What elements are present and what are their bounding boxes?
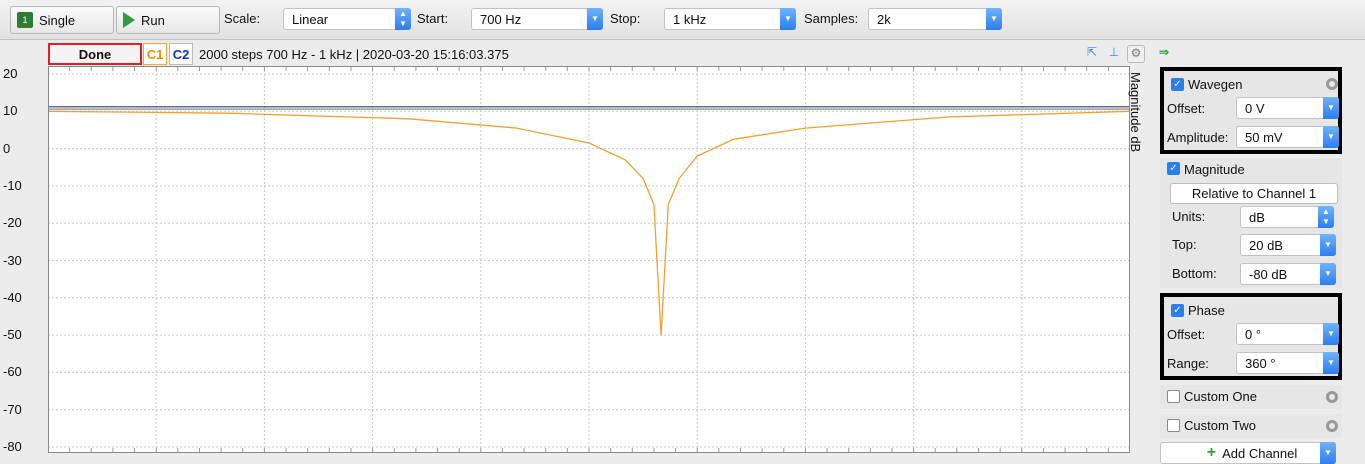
magnitude-panel: ✓ Magnitude Relative to Channel 1 Units:…: [1160, 158, 1342, 288]
wavegen-checkbox[interactable]: ✓: [1171, 78, 1184, 91]
phase-title: Phase: [1188, 303, 1225, 318]
scale-label: Scale:: [224, 11, 261, 26]
wavegen-offset-value: 0 V: [1245, 100, 1265, 116]
wavegen-amplitude-label: Amplitude:: [1167, 130, 1229, 145]
chevron-down-icon: ▼: [986, 8, 1002, 30]
custom-one-title: Custom One: [1184, 389, 1257, 404]
wavegen-panel: ✓ Wavegen Offset: 0 V ▼ Amplitude: 50 mV…: [1160, 67, 1342, 154]
phase-offset-label: Offset:: [1167, 327, 1206, 342]
y-tick-label: -40: [3, 289, 22, 305]
single-label: Single: [39, 12, 76, 28]
custom-one-checkbox[interactable]: [1167, 390, 1180, 403]
acquisition-info: 2000 steps 700 Hz - 1 kHz | 2020-03-20 1…: [199, 47, 509, 62]
y-tick-label: -50: [3, 327, 22, 343]
add-channel-label: Add Channel: [1222, 445, 1298, 461]
chevron-down-icon: ▼: [1323, 352, 1339, 374]
zoom-reset-icon[interactable]: ⊥: [1105, 45, 1123, 63]
y-tick-label: -20: [3, 215, 22, 231]
phase-panel: ✓ Phase Offset: 0 ° ▼ Range: 360 ° ▼: [1160, 293, 1342, 380]
status-bar: Done C1 C2 2000 steps 700 Hz - 1 kHz | 2…: [0, 42, 1169, 66]
stop-label: Stop:: [610, 11, 641, 26]
chevron-updown-icon: ▲ ▼: [1318, 206, 1334, 228]
wavegen-gear-icon[interactable]: [1326, 78, 1338, 90]
chevron-down-icon: ▼: [1320, 234, 1336, 256]
custom-one-gear-icon[interactable]: [1326, 391, 1338, 403]
custom-two-checkbox[interactable]: [1167, 419, 1180, 432]
custom-two-panel: Custom Two: [1160, 414, 1342, 438]
chevron-down-icon: ▼: [1320, 263, 1336, 285]
play-icon: [123, 12, 135, 28]
units-label: Units:: [1172, 209, 1206, 224]
stop-value: 1 kHz: [673, 11, 707, 27]
phase-range-select[interactable]: 360 ° ▼: [1236, 352, 1339, 374]
chevron-down-icon: ▼: [1323, 323, 1339, 345]
y-tick-label: -10: [3, 177, 22, 193]
magnitude-checkbox[interactable]: ✓: [1167, 162, 1180, 175]
y-tick-label: 0: [3, 140, 11, 156]
samples-select[interactable]: 2k ▼: [868, 8, 1002, 30]
phase-offset-select[interactable]: 0 ° ▼: [1236, 323, 1339, 345]
top-select[interactable]: 20 dB ▼: [1240, 234, 1336, 256]
wavegen-title: Wavegen: [1188, 77, 1243, 92]
relative-to-channel-1-button[interactable]: Relative to Channel 1: [1170, 183, 1338, 204]
scale-value: Linear: [292, 11, 329, 27]
done-button[interactable]: Done: [48, 43, 142, 65]
wavegen-offset-select[interactable]: 0 V ▼: [1236, 97, 1339, 119]
plus-icon: +: [1206, 444, 1217, 461]
chevron-updown-icon: ▲ ▼: [395, 8, 411, 30]
magnitude-axis-title: Magnitude dB: [1128, 72, 1143, 153]
samples-label: Samples:: [804, 11, 859, 26]
phase-range-value: 360 °: [1245, 355, 1276, 371]
arrow-right-icon[interactable]: ⇒: [1155, 45, 1173, 63]
single-icon: 1: [17, 12, 33, 28]
autoscale-icon[interactable]: ⇱: [1083, 45, 1101, 63]
scale-select[interactable]: Linear ▲ ▼: [283, 8, 411, 30]
wavegen-amplitude-select[interactable]: 50 mV ▼: [1236, 126, 1339, 148]
top-value: 20 dB: [1249, 237, 1283, 253]
wavegen-offset-label: Offset:: [1167, 101, 1206, 116]
phase-range-label: Range:: [1167, 356, 1209, 371]
run-label: Run: [141, 12, 165, 28]
channel-2-badge[interactable]: C2: [169, 43, 193, 65]
y-tick-label: -30: [3, 252, 22, 268]
gear-icon[interactable]: ⚙: [1127, 45, 1145, 63]
magnitude-chart: [47, 66, 1131, 453]
toolbar: 1 Single Run Scale: Linear ▲ ▼ Start: 700…: [0, 0, 1365, 40]
stop-select[interactable]: 1 kHz ▼: [664, 8, 796, 30]
plot-area[interactable]: [47, 66, 1131, 453]
chevron-down-icon: ▼: [1323, 97, 1339, 119]
chevron-down-icon: ▼: [1323, 126, 1339, 148]
single-button[interactable]: 1 Single: [10, 6, 114, 34]
y-tick-label: 20: [3, 66, 18, 81]
bottom-value: -80 dB: [1249, 266, 1288, 282]
y-tick-label: -70: [3, 401, 22, 417]
bottom-label: Bottom:: [1172, 266, 1217, 281]
start-label: Start:: [417, 11, 449, 26]
run-button[interactable]: Run: [116, 6, 220, 34]
custom-two-gear-icon[interactable]: [1326, 420, 1338, 432]
units-value: dB: [1249, 209, 1265, 225]
bottom-select[interactable]: -80 dB ▼: [1240, 263, 1336, 285]
channel-1-badge[interactable]: C1: [143, 43, 167, 65]
wavegen-amplitude-value: 50 mV: [1245, 129, 1283, 145]
samples-value: 2k: [877, 11, 891, 27]
y-tick-label: 10: [3, 103, 18, 119]
right-axis-label: Magnitude dB: [1128, 68, 1151, 168]
start-value: 700 Hz: [480, 11, 522, 27]
chevron-down-icon: ▼: [780, 8, 796, 30]
start-select[interactable]: 700 Hz ▼: [471, 8, 603, 30]
chevron-down-icon: ▼: [587, 8, 603, 30]
y-tick-label: -60: [3, 364, 22, 380]
custom-two-title: Custom Two: [1184, 418, 1257, 433]
y-tick-label: -80: [3, 439, 22, 454]
phase-checkbox[interactable]: ✓: [1171, 304, 1184, 317]
units-select[interactable]: dB ▲ ▼: [1240, 206, 1334, 228]
custom-one-panel: Custom One: [1160, 385, 1342, 409]
phase-offset-value: 0 °: [1245, 326, 1262, 342]
top-label: Top:: [1172, 237, 1197, 252]
magnitude-title: Magnitude: [1184, 162, 1245, 177]
